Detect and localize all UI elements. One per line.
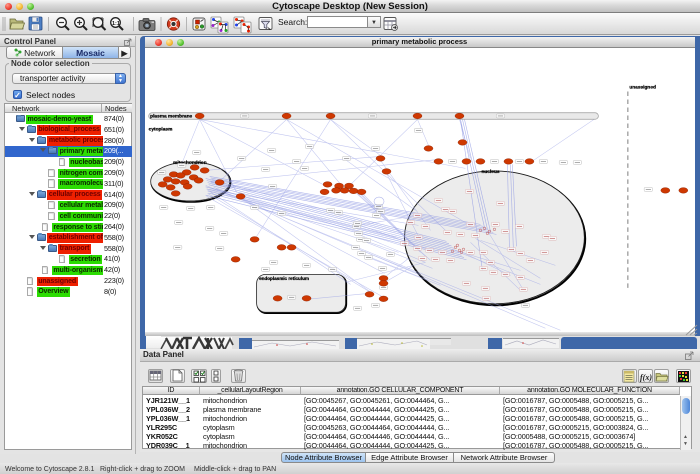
svg-text:endoplasmic reticulum: endoplasmic reticulum (259, 275, 309, 280)
svg-text:unassigned: unassigned (629, 84, 656, 90)
svg-text:nucleus: nucleus (481, 168, 499, 174)
svg-text:cytoplasm: cytoplasm (148, 126, 172, 132)
svg-text:plasma membrane: plasma membrane (150, 113, 192, 119)
svg-text:f(x): f(x) (640, 373, 652, 382)
svg-text:1:1: 1:1 (112, 21, 120, 27)
